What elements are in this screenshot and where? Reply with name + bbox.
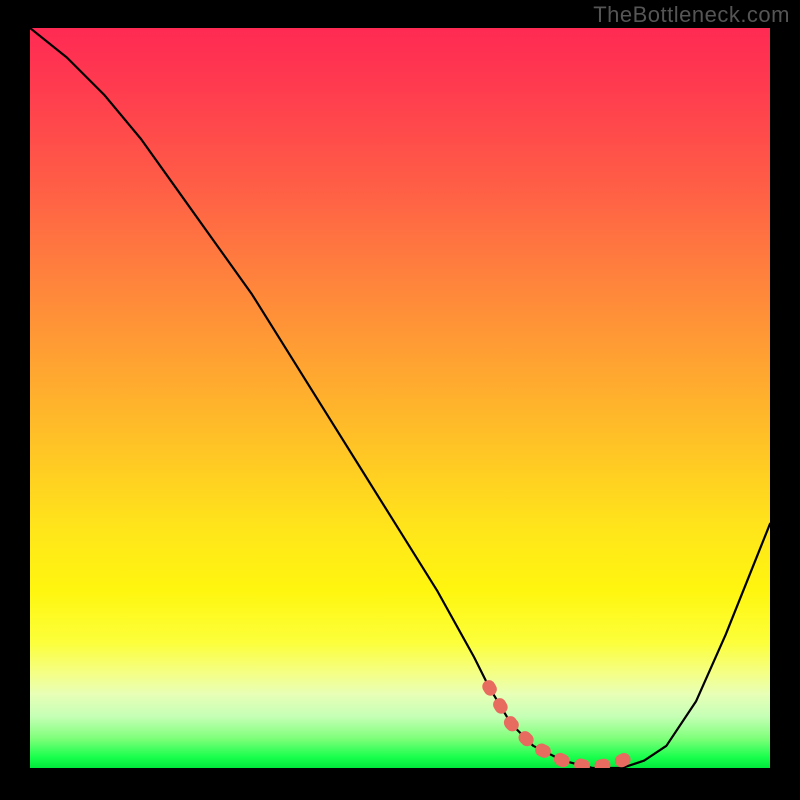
bottleneck-curve	[30, 28, 770, 768]
watermark-text: TheBottleneck.com	[593, 2, 790, 28]
plot-area	[30, 28, 770, 768]
curve-layer	[30, 28, 770, 768]
valley-dots	[489, 687, 637, 768]
chart-frame: TheBottleneck.com	[0, 0, 800, 800]
